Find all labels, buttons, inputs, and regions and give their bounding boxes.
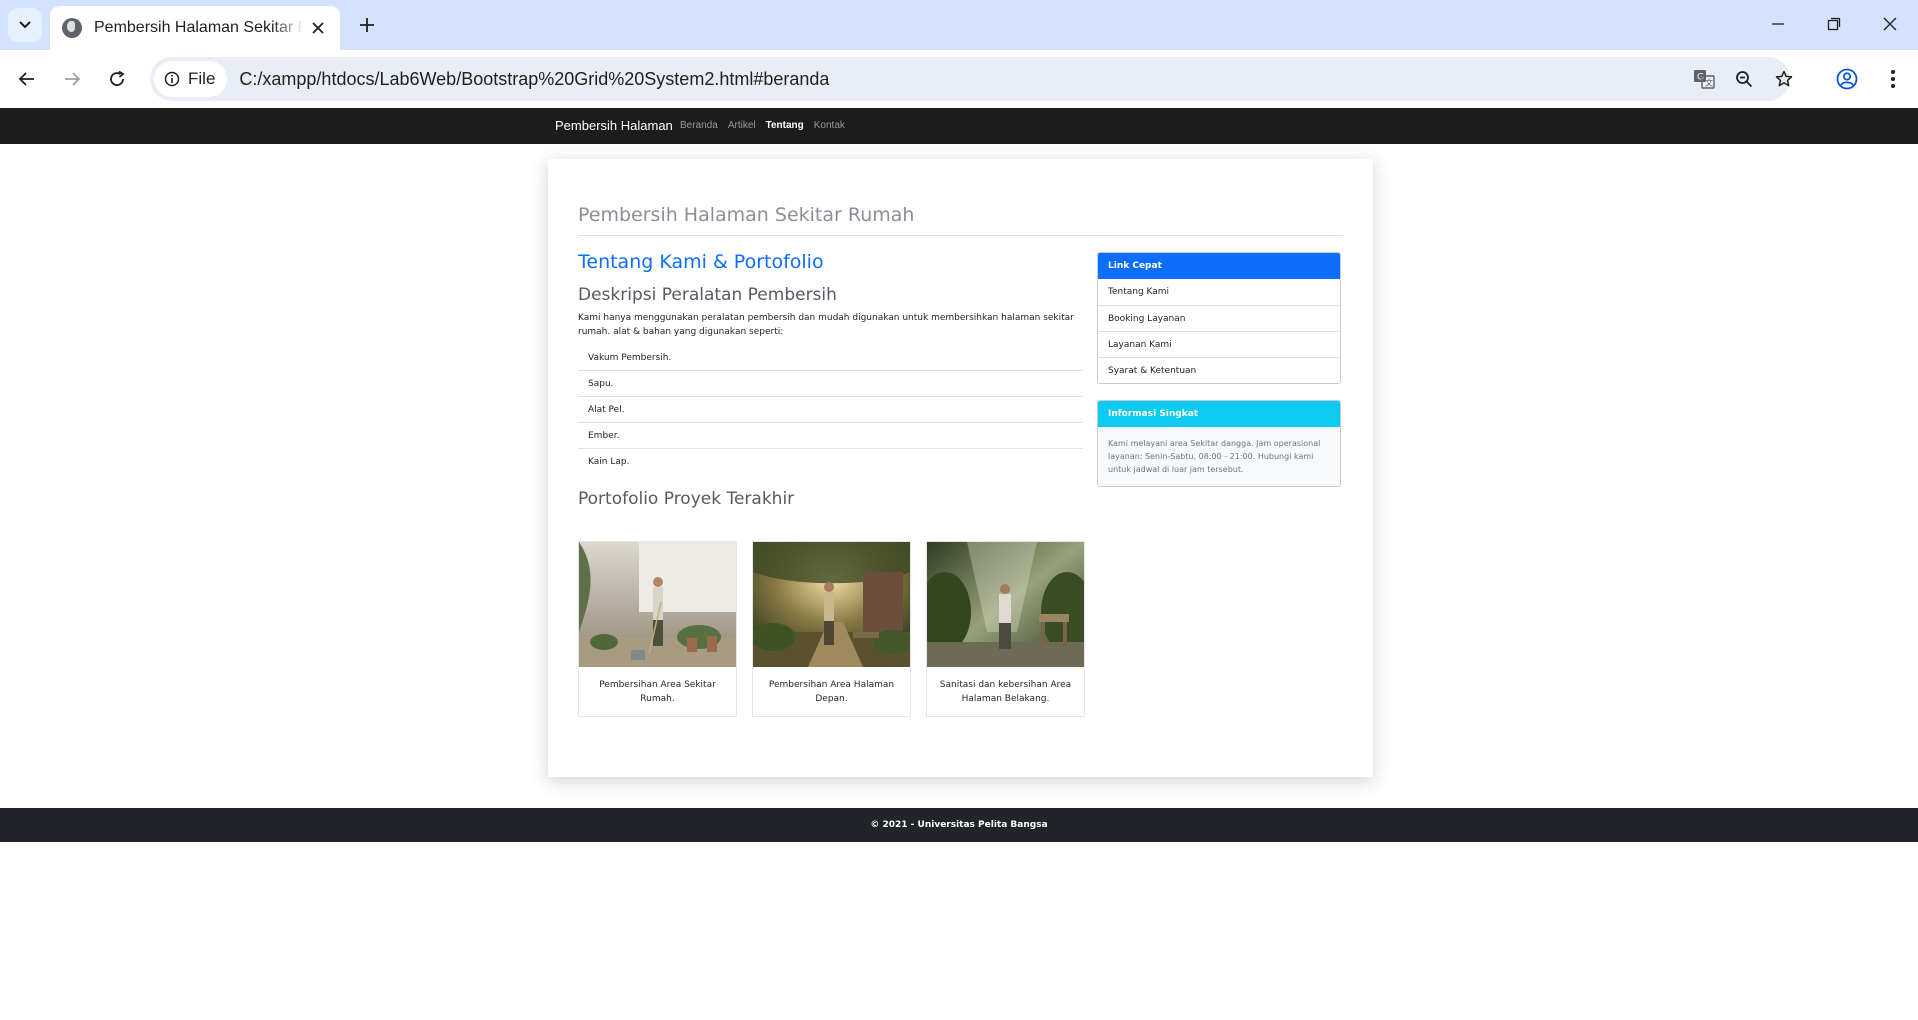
- portfolio-card[interactable]: Pembersihan Area Sekitar Rumah.: [578, 541, 737, 717]
- address-bar[interactable]: File C:/xampp/htdocs/Lab6Web/Bootstrap%2…: [150, 57, 1793, 101]
- portfolio-photo-front-yard: [753, 542, 910, 667]
- footer-copyright: © 2021 - Universitas Pelita Bangsa: [870, 820, 1048, 830]
- list-item: Sapu.: [578, 371, 1083, 397]
- tab-search-icon: [19, 21, 31, 29]
- navbar-links: Beranda Artikel Tentang Kontak: [680, 120, 845, 131]
- nav-link-beranda[interactable]: Beranda: [680, 120, 718, 131]
- window-close-button[interactable]: [1870, 8, 1910, 40]
- browser-toolbar: File C:/xampp/htdocs/Lab6Web/Bootstrap%2…: [0, 50, 1918, 108]
- site-info-label: File: [188, 69, 216, 88]
- menu-dots-icon: [1891, 70, 1895, 88]
- nav-link-kontak[interactable]: Kontak: [814, 120, 845, 131]
- page-title: Pembersih Halaman Sekitar Rumah: [578, 204, 915, 226]
- browser-menu-button[interactable]: [1876, 62, 1910, 96]
- info-panel: Informasi Singkat Kami melayani area Sek…: [1097, 400, 1341, 487]
- info-text: Kami melayani area Sekitar dangga. Jam o…: [1098, 427, 1340, 486]
- main-content-card: Pembersih Halaman Sekitar Rumah Tentang …: [548, 159, 1373, 777]
- reload-icon: [110, 70, 125, 86]
- url-text[interactable]: C:/xampp/htdocs/Lab6Web/Bootstrap%20Grid…: [239, 69, 829, 90]
- back-button[interactable]: [10, 62, 44, 96]
- tools-description: Kami hanya menggunakan peralatan pembers…: [578, 313, 1074, 337]
- quick-link-syarat-ketentuan[interactable]: Syarat & Ketentuan: [1098, 357, 1340, 383]
- window-close-icon: [1883, 17, 1897, 31]
- info-title: Informasi Singkat: [1098, 401, 1340, 427]
- browser-tab-active[interactable]: Pembersih Halaman Sekitar Rumah: [50, 6, 340, 50]
- quick-link-booking-layanan[interactable]: Booking Layanan: [1098, 305, 1340, 331]
- portfolio-card[interactable]: Pembersihan Area Halaman Depan.: [752, 541, 911, 717]
- main-column: Tentang Kami & Portofolio Deskripsi Pera…: [578, 251, 1083, 509]
- tools-heading: Deskripsi Peralatan Pembersih: [578, 285, 837, 305]
- new-tab-button[interactable]: [352, 10, 382, 40]
- globe-icon: [62, 18, 82, 38]
- quick-links-title: Link Cepat: [1098, 253, 1340, 279]
- site-navbar: Pembersih Halaman Beranda Artikel Tentan…: [0, 108, 1918, 144]
- forward-button[interactable]: [55, 62, 89, 96]
- portfolio-photo-backyard: [927, 542, 1084, 667]
- profile-button[interactable]: [1830, 62, 1864, 96]
- back-arrow-icon: [18, 72, 34, 86]
- plus-icon: [360, 18, 374, 32]
- portfolio-caption: Pembersihan Area Halaman Depan.: [768, 679, 895, 704]
- tab-title: Pembersih Halaman Sekitar Rumah: [94, 19, 304, 36]
- close-icon: [312, 22, 324, 34]
- translate-icon: G文: [1694, 70, 1715, 89]
- nav-link-tentang[interactable]: Tentang: [766, 120, 804, 131]
- restore-icon: [1827, 17, 1841, 31]
- minimize-icon: [1772, 23, 1784, 25]
- sidebar-column: Link Cepat Tentang Kami Booking Layanan …: [1097, 252, 1341, 503]
- bookmark-button[interactable]: [1768, 63, 1800, 95]
- portfolio-caption: Pembersihan Area Sekitar Rumah.: [599, 679, 716, 704]
- list-item: Ember.: [578, 423, 1083, 449]
- list-item: Alat Pel.: [578, 397, 1083, 423]
- portfolio-caption: Sanitasi dan kebersihan Area Halaman Bel…: [939, 679, 1072, 704]
- browser-tab-strip: Pembersih Halaman Sekitar Rumah: [0, 0, 1918, 50]
- portfolio-gallery: Pembersihan Area Sekitar Rumah. Pembersi…: [578, 541, 1085, 717]
- svg-text:G: G: [1697, 73, 1704, 83]
- portfolio-photo-yard: [579, 542, 736, 667]
- restore-button[interactable]: [1814, 8, 1854, 40]
- quick-links-panel: Link Cepat Tentang Kami Booking Layanan …: [1097, 252, 1341, 384]
- site-footer: © 2021 - Universitas Pelita Bangsa: [0, 808, 1918, 842]
- site-info-chip[interactable]: File: [154, 61, 228, 97]
- info-icon: [164, 71, 180, 87]
- portfolio-heading: Portofolio Proyek Terakhir: [578, 489, 795, 509]
- list-item: Vakum Pembersih.: [578, 345, 1083, 371]
- portfolio-card[interactable]: Sanitasi dan kebersihan Area Halaman Bel…: [926, 541, 1085, 717]
- minimize-button[interactable]: [1758, 8, 1798, 40]
- title-divider: [578, 235, 1343, 236]
- about-heading: Tentang Kami & Portofolio: [578, 251, 824, 273]
- translate-button[interactable]: G文: [1688, 63, 1720, 95]
- navbar-brand[interactable]: Pembersih Halaman: [555, 118, 673, 133]
- quick-link-layanan-kami[interactable]: Layanan Kami: [1098, 331, 1340, 357]
- zoom-button[interactable]: [1728, 63, 1760, 95]
- zoom-icon: [1736, 71, 1753, 88]
- profile-icon: [1836, 68, 1858, 90]
- reload-button[interactable]: [100, 62, 134, 96]
- nav-link-artikel[interactable]: Artikel: [728, 120, 756, 131]
- svg-text:文: 文: [1705, 78, 1713, 88]
- tab-close-button[interactable]: [308, 18, 328, 38]
- bookmark-star-icon: [1775, 70, 1793, 87]
- tools-list: Vakum Pembersih. Sapu. Alat Pel. Ember. …: [578, 345, 1083, 475]
- tab-search-button[interactable]: [8, 8, 42, 42]
- quick-link-tentang-kami[interactable]: Tentang Kami: [1098, 279, 1340, 305]
- forward-arrow-icon: [65, 72, 81, 86]
- list-item: Kain Lap.: [588, 457, 630, 467]
